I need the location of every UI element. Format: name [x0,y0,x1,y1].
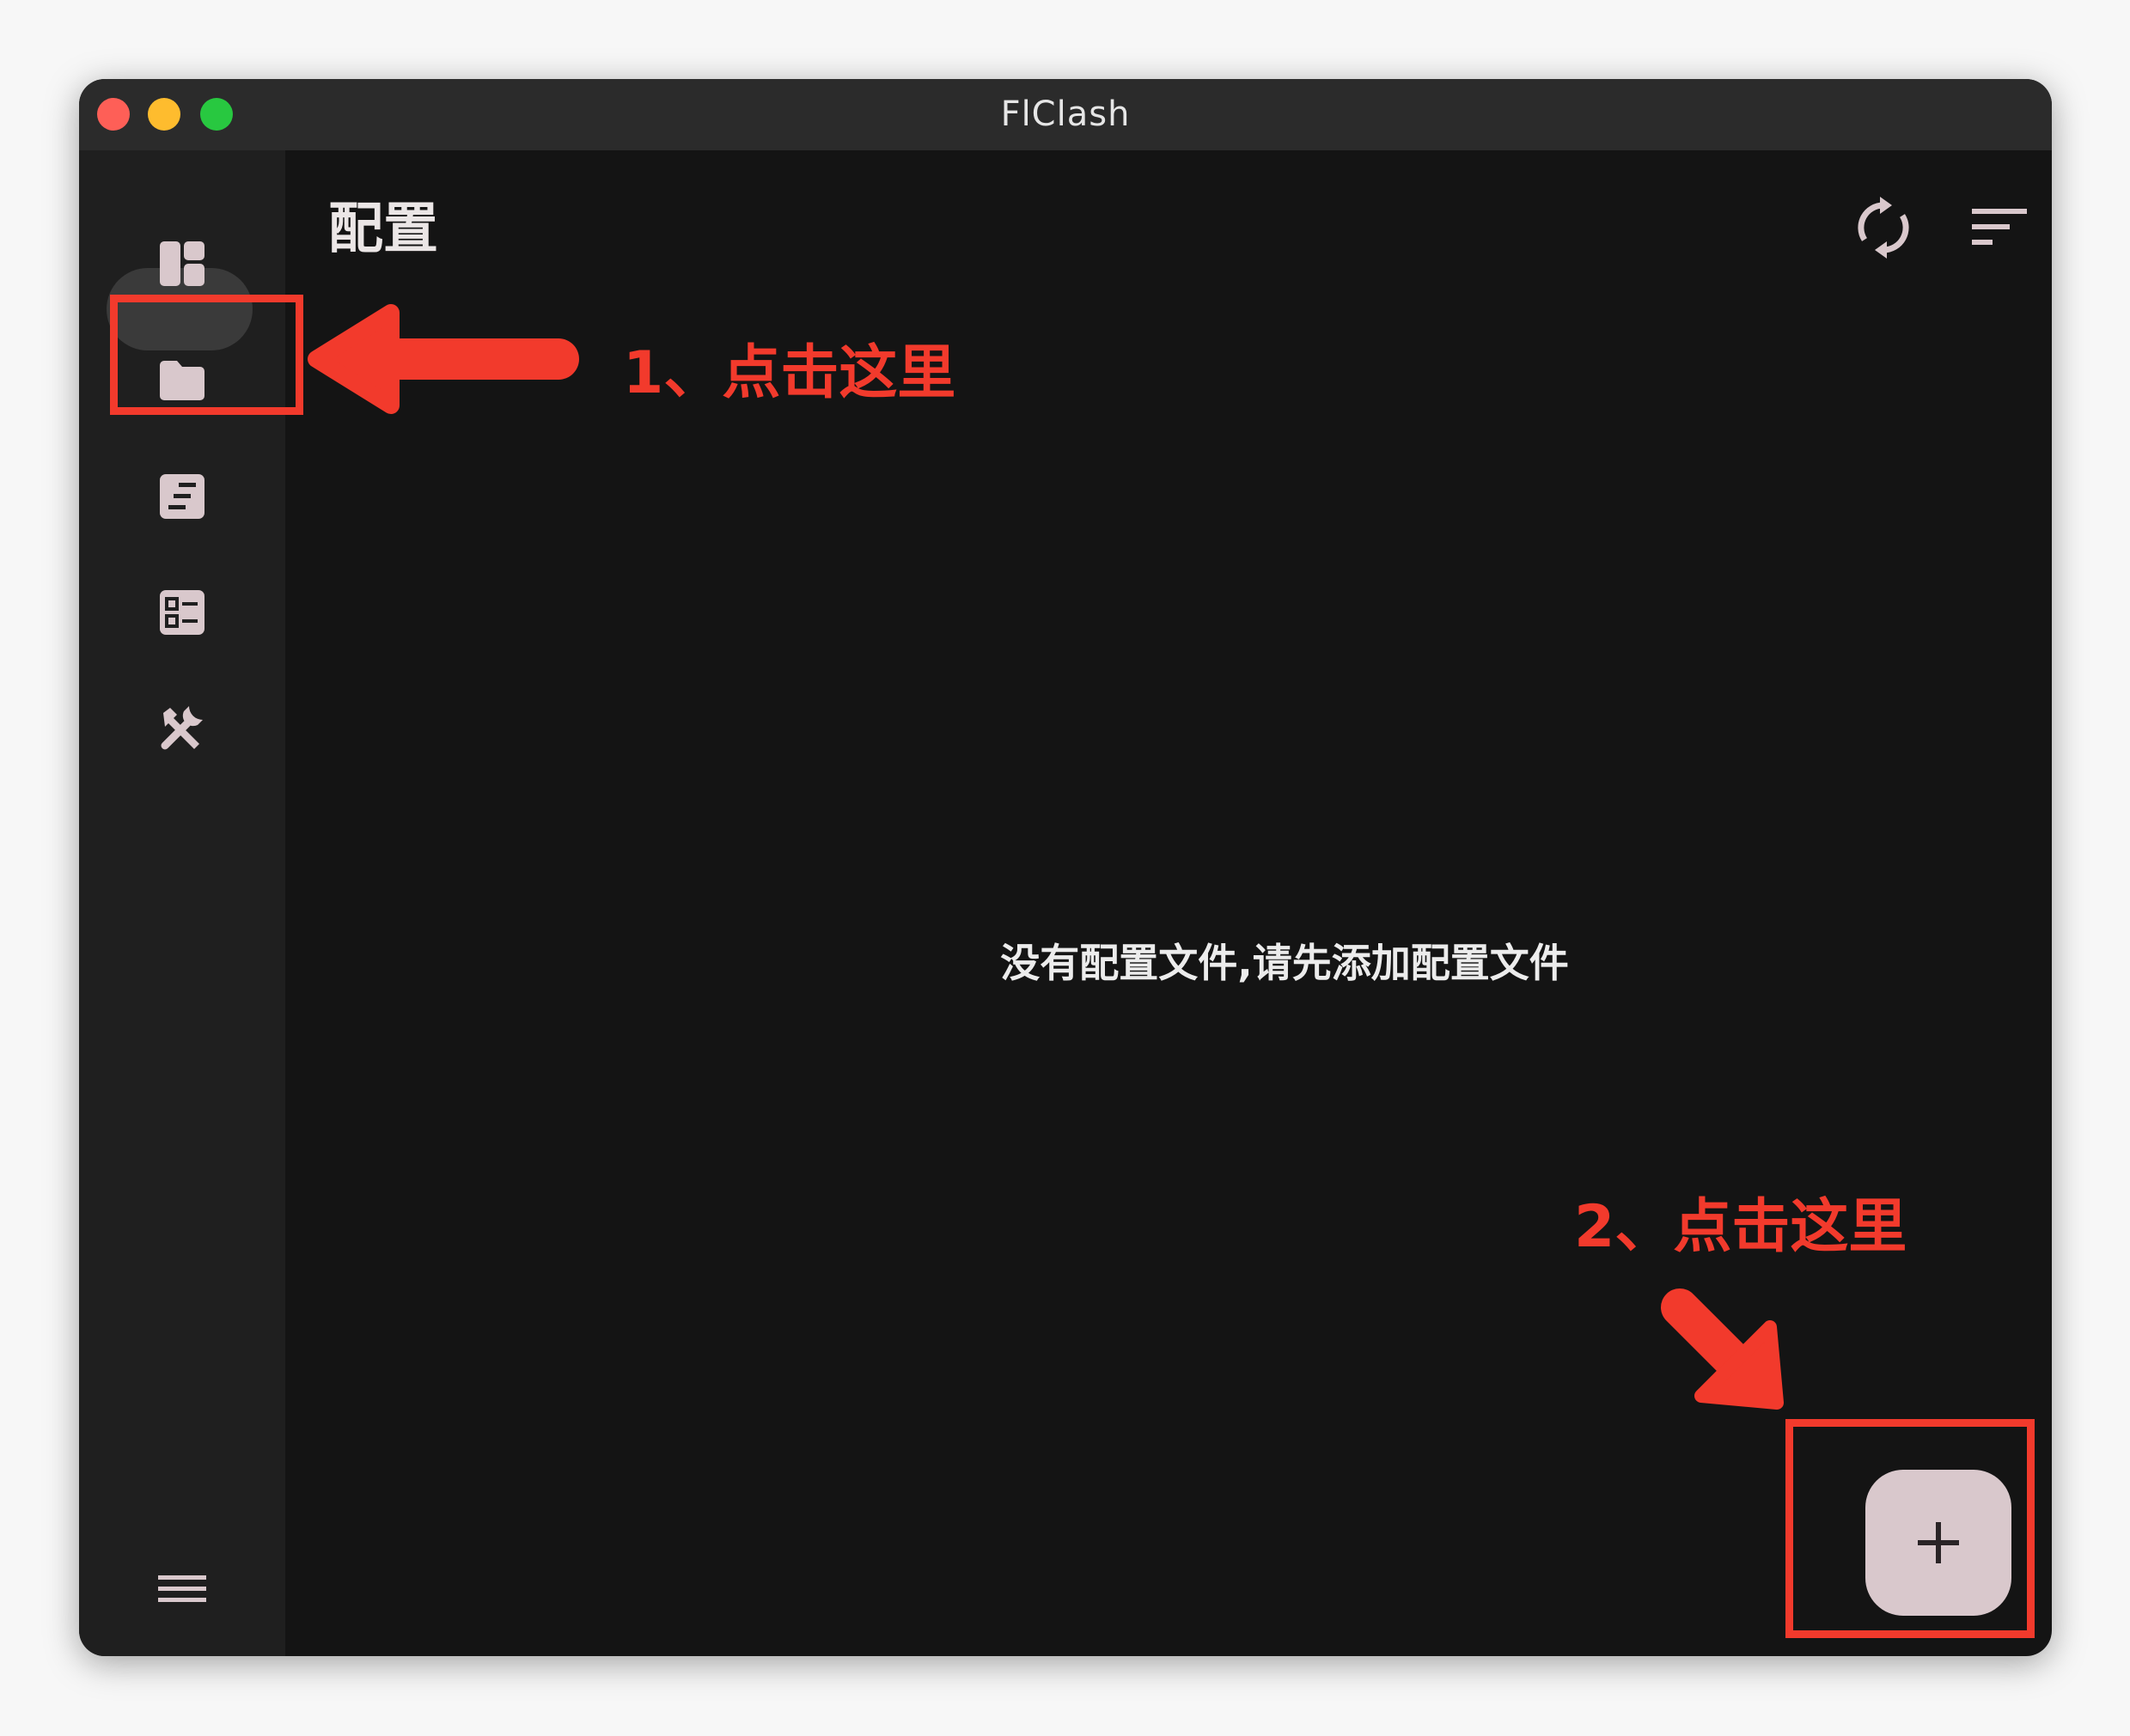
dashboard-icon [160,241,204,286]
annotation-box-step2 [1785,1419,2035,1638]
sidebar-menu-button[interactable] [131,1563,234,1649]
page-title: 配置 [328,198,438,261]
sidebar-item-dashboard[interactable] [131,221,234,307]
sort-icon [1972,209,2027,245]
app-window: FlClash 配置 没有配置文件,请先添加配置文件 [79,79,2052,1656]
annotation-text-step1: 1、点击这里 [623,339,956,407]
list-icon [160,590,204,635]
tools-icon [161,706,203,750]
annotation-text-step2: 2、点击这里 [1574,1193,1907,1261]
empty-state-message: 没有配置文件,请先添加配置文件 [1000,940,1569,986]
sidebar-item-tools[interactable] [131,685,234,771]
sidebar-item-logs[interactable] [131,454,234,539]
document-icon [160,474,204,519]
title-bar[interactable]: FlClash [79,79,2052,150]
sidebar-item-resources[interactable] [131,570,234,655]
sync-icon [1858,197,1909,259]
sort-button[interactable] [1965,193,2034,262]
sync-button[interactable] [1849,193,1918,262]
window-title: FlClash [1000,94,1131,134]
menu-icon [158,1575,206,1602]
annotation-box-step1 [110,295,303,415]
